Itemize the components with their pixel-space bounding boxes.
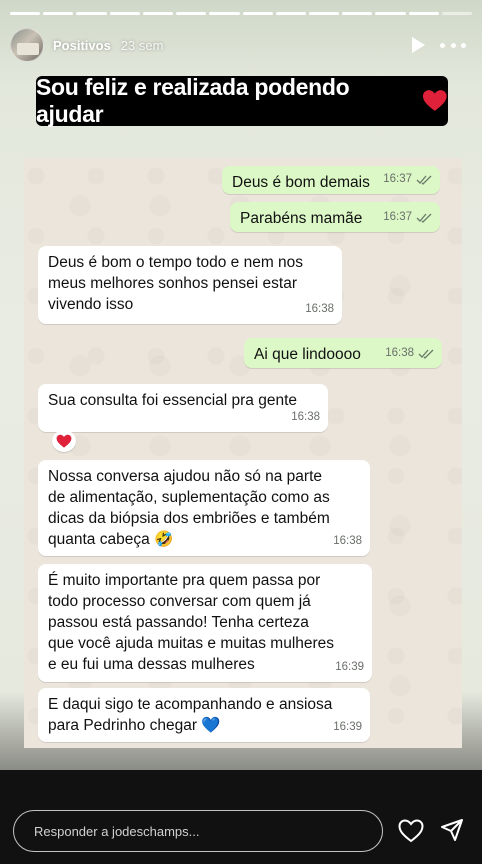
message-time: 16:37 xyxy=(383,173,412,185)
message-time: 16:38 xyxy=(305,303,334,315)
more-dot xyxy=(450,42,456,48)
double-check-icon xyxy=(418,349,434,359)
message-bubble-received: E daqui sigo te acompanhando e ansiosa p… xyxy=(38,688,370,742)
message-time: 16:37 xyxy=(383,211,412,223)
heart-icon xyxy=(56,434,72,448)
send-icon[interactable] xyxy=(440,818,464,842)
message-line: para Pedrinho chegar 💙 xyxy=(48,717,221,734)
message-bubble-received: É muito importante pra quem passa por to… xyxy=(38,564,372,682)
progress-segment xyxy=(342,12,373,15)
message-meta: 16:39 xyxy=(335,657,364,678)
message-meta: 16:38 xyxy=(333,531,362,552)
story-caption: Sou feliz e realizada podendo ajudar xyxy=(36,74,448,127)
message-time: 16:38 xyxy=(291,411,320,423)
message-meta: 16:37 xyxy=(383,169,432,190)
message-meta: 16:38 xyxy=(385,343,434,364)
message-text: Ai que lindoooo xyxy=(254,346,361,363)
message-time: 16:39 xyxy=(333,721,362,733)
message-line: Nossa conversa ajudou não só na parte xyxy=(48,468,323,485)
progress-segment xyxy=(408,12,439,15)
message-time: 16:39 xyxy=(335,661,364,673)
progress-segment xyxy=(441,12,473,15)
message-meta: 16:38 xyxy=(305,299,334,320)
play-icon[interactable] xyxy=(410,36,426,54)
message-meta: 16:39 xyxy=(333,717,362,738)
message-meta: 16:37 xyxy=(383,207,432,228)
message-bubble-sent: Ai que lindoooo 16:38 xyxy=(244,338,442,368)
message-time: 16:38 xyxy=(385,347,414,359)
double-check-icon xyxy=(416,213,432,223)
more-dot xyxy=(440,42,445,48)
message-line: vivendo isso xyxy=(48,296,134,313)
story-viewer: Positivos 23 sem Sou feliz e realizada p… xyxy=(0,0,482,864)
progress-segment xyxy=(10,12,41,15)
progress-segment xyxy=(176,12,207,15)
chat-screenshot: Deus é bom demais 16:37 Parabéns mamãe 1… xyxy=(24,158,462,748)
message-line: É muito importante pra quem passa por xyxy=(48,572,321,589)
username[interactable]: Positivos xyxy=(53,38,111,53)
progress-segment xyxy=(76,12,107,15)
message-bubble-received: Sua consulta foi essencial pra gente 16:… xyxy=(38,384,328,432)
progress-segment xyxy=(275,12,306,15)
story-progress-bar xyxy=(10,12,473,15)
message-bubble-sent: Deus é bom demais 16:37 xyxy=(222,166,440,194)
message-meta: 16:38 xyxy=(291,407,320,428)
progress-segment xyxy=(308,12,340,15)
message-line: quanta cabeça 🤣 xyxy=(48,531,174,548)
more-dot xyxy=(461,42,466,48)
message-line: de alimentação, suplementação como as xyxy=(48,489,330,506)
message-line: meus melhores sonhos pensei estar xyxy=(48,275,297,292)
message-bubble-received: Nossa conversa ajudou não só na parte de… xyxy=(38,460,370,556)
progress-segment xyxy=(109,12,140,15)
progress-segment xyxy=(242,12,273,15)
avatar[interactable] xyxy=(10,28,44,62)
message-bubble-sent: Parabéns mamãe 16:37 xyxy=(230,202,440,232)
heart-icon[interactable] xyxy=(398,818,424,844)
time-ago: 23 sem xyxy=(120,37,164,53)
progress-segment xyxy=(43,12,74,15)
reply-field[interactable] xyxy=(13,810,383,852)
message-reaction[interactable] xyxy=(52,430,76,452)
progress-segment xyxy=(209,12,240,15)
more-icon[interactable] xyxy=(440,36,466,54)
heart-icon xyxy=(423,90,448,111)
caption-text: Sou feliz e realizada podendo ajudar xyxy=(36,74,350,127)
message-line: Deus é bom o tempo todo e nem nos xyxy=(48,254,304,271)
progress-segment xyxy=(375,12,406,15)
message-line: que você ajuda muitas e muitas mulheres xyxy=(48,635,335,652)
message-bubble-received: Deus é bom o tempo todo e nem nos meus m… xyxy=(38,246,342,324)
message-line: passou está passando! Tenha certeza xyxy=(48,614,309,631)
message-text: Sua consulta foi essencial pra gente xyxy=(48,392,298,409)
message-text: Parabéns mamãe xyxy=(240,210,363,227)
message-time: 16:38 xyxy=(333,535,362,547)
reply-input[interactable] xyxy=(34,823,382,839)
progress-segment xyxy=(142,12,174,15)
message-line: E daqui sigo te acompanhando e ansiosa xyxy=(48,696,333,713)
message-line: dicas da biópsia dos embriões e também xyxy=(48,510,330,527)
message-line: e eu fui uma dessas mulheres xyxy=(48,656,255,673)
message-line: todo processo conversar com quem já xyxy=(48,593,311,610)
story-header: Positivos 23 sem xyxy=(10,26,472,64)
double-check-icon xyxy=(416,175,432,185)
message-text: Deus é bom demais xyxy=(232,174,370,191)
